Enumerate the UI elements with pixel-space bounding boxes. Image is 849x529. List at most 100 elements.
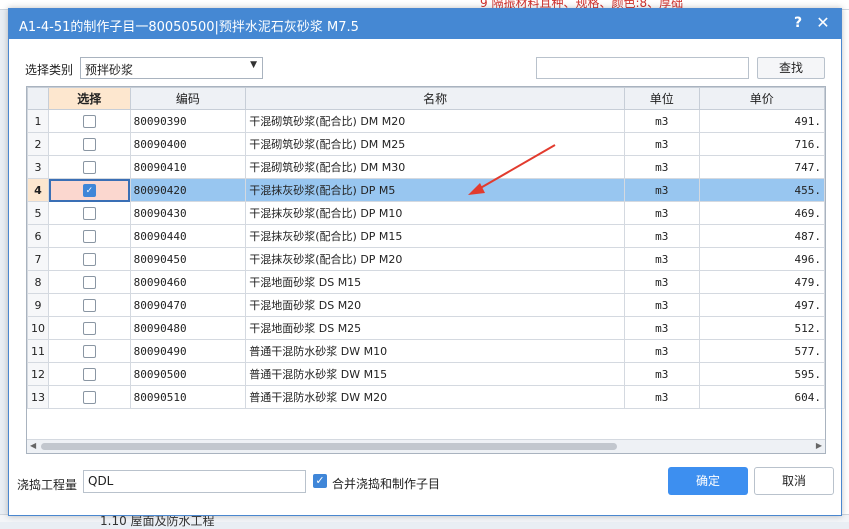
code-cell: 80090420 [129,178,247,202]
code-cell: 80090460 [129,270,247,294]
select-cell[interactable] [48,316,131,340]
price-cell: 487. [698,224,825,248]
row-checkbox[interactable] [82,390,96,404]
select-cell[interactable] [48,247,131,271]
horizontal-scrollbar[interactable]: ◀ ▶ [27,439,825,453]
name-cell: 干混砌筑砂浆(配合比) DM M25 [245,132,625,156]
row-checkbox[interactable] [82,344,96,358]
table-row[interactable]: 4 ✓ 80090420 干混抹灰砂浆(配合比) DP M5 m3 455. [27,178,825,202]
unit-cell: m3 [623,178,700,202]
column-header-price[interactable]: 单价 [698,87,825,110]
select-cell[interactable] [48,385,131,409]
name-cell: 干混地面砂浆 DS M15 [245,270,625,294]
scroll-right-icon[interactable]: ▶ [816,441,822,450]
column-header-code[interactable]: 编码 [129,87,247,110]
category-label: 选择类别 [25,63,74,77]
code-cell: 80090500 [129,362,247,386]
search-button[interactable]: 查找 [757,57,825,79]
select-cell[interactable] [48,224,131,248]
merge-checkbox-label[interactable]: 合并浇捣和制作子目 [332,475,440,492]
name-cell: 普通干混防水砂浆 DW M15 [245,362,625,386]
code-cell: 80090390 [129,109,247,133]
column-header-unit[interactable]: 单位 [623,87,700,110]
row-checkbox[interactable] [82,229,96,243]
table-row[interactable]: 1 80090390 干混砌筑砂浆(配合比) DM M20 m3 491. [27,109,825,133]
dialog-titlebar[interactable]: A1-4-51的制作子目一80050500|预拌水泥石灰砂浆 M7.5 ? ✕ [9,9,841,39]
select-cell[interactable] [48,339,131,363]
code-cell: 80090490 [129,339,247,363]
row-number: 9 [27,293,49,317]
row-checkbox[interactable] [82,321,96,335]
row-number: 3 [27,155,49,179]
row-checkbox[interactable] [82,367,96,381]
column-header-rownum [27,87,49,110]
row-checkbox[interactable] [82,298,96,312]
table-row[interactable]: 9 80090470 干混地面砂浆 DS M20 m3 497. [27,293,825,317]
chevron-down-icon: ▼ [250,60,257,70]
close-icon[interactable]: ✕ [814,14,832,32]
name-cell: 普通干混防水砂浆 DW M20 [245,385,625,409]
row-number: 11 [27,339,49,363]
table-header-row: 选择 编码 名称 单位 单价 [27,87,825,110]
unit-cell: m3 [623,247,700,271]
ok-button[interactable]: 确定 [668,467,748,495]
row-checkbox[interactable]: ✓ [82,183,96,197]
quantity-input[interactable]: QDL [83,470,306,493]
column-header-select[interactable]: 选择 [48,87,131,110]
table-row[interactable]: 10 80090480 干混地面砂浆 DS M25 m3 512. [27,316,825,340]
merge-checkbox[interactable]: ✓ [313,474,327,488]
row-checkbox[interactable] [82,275,96,289]
select-cell[interactable] [48,109,131,133]
cancel-button[interactable]: 取消 [754,467,834,495]
code-cell: 80090410 [129,155,247,179]
code-cell: 80090400 [129,132,247,156]
unit-cell: m3 [623,270,700,294]
select-cell[interactable]: ✓ [48,178,131,202]
table-body: 1 80090390 干混砌筑砂浆(配合比) DM M20 m3 491. 2 800904… [27,109,825,409]
scrollbar-thumb[interactable] [41,443,617,450]
row-number: 13 [27,385,49,409]
row-checkbox[interactable] [82,252,96,266]
unit-cell: m3 [623,316,700,340]
select-cell[interactable] [48,362,131,386]
table-row[interactable]: 12 80090500 普通干混防水砂浆 DW M15 m3 595. [27,362,825,386]
name-cell: 干混地面砂浆 DS M25 [245,316,625,340]
row-checkbox[interactable] [82,160,96,174]
name-cell: 干混砌筑砂浆(配合比) DM M20 [245,109,625,133]
name-cell: 普通干混防水砂浆 DW M10 [245,339,625,363]
select-cell[interactable] [48,155,131,179]
quantity-label: 浇捣工程量 [17,478,78,492]
select-material-dialog: A1-4-51的制作子目一80050500|预拌水泥石灰砂浆 M7.5 ? ✕ … [8,8,842,516]
search-input[interactable] [536,57,749,79]
code-cell: 80090510 [129,385,247,409]
unit-cell: m3 [623,201,700,225]
row-number: 5 [27,201,49,225]
select-cell[interactable] [48,293,131,317]
row-checkbox[interactable] [82,206,96,220]
help-icon[interactable]: ? [789,14,807,32]
price-cell: 716. [698,132,825,156]
select-cell[interactable] [48,132,131,156]
table-row[interactable]: 11 80090490 普通干混防水砂浆 DW M10 m3 577. [27,339,825,363]
name-cell: 干混砌筑砂浆(配合比) DM M30 [245,155,625,179]
table-row[interactable]: 5 80090430 干混抹灰砂浆(配合比) DP M10 m3 469. [27,201,825,225]
table-row[interactable]: 6 80090440 干混抹灰砂浆(配合比) DP M15 m3 487. [27,224,825,248]
row-number: 1 [27,109,49,133]
table-row[interactable]: 8 80090460 干混地面砂浆 DS M15 m3 479. [27,270,825,294]
name-cell: 干混抹灰砂浆(配合比) DP M20 [245,247,625,271]
select-cell[interactable] [48,201,131,225]
select-cell[interactable] [48,270,131,294]
row-checkbox[interactable] [82,137,96,151]
price-cell: 455. [698,178,825,202]
row-number: 4 [27,178,49,202]
filter-row: 选择类别 预拌砂浆 ▼ 查找 [25,57,825,79]
table-row[interactable]: 13 80090510 普通干混防水砂浆 DW M20 m3 604. [27,385,825,409]
table-row[interactable]: 3 80090410 干混砌筑砂浆(配合比) DM M30 m3 747. [27,155,825,179]
table-row[interactable]: 2 80090400 干混砌筑砂浆(配合比) DM M25 m3 716. [27,132,825,156]
scroll-left-icon[interactable]: ◀ [30,441,36,450]
category-select[interactable]: 预拌砂浆 ▼ [80,57,263,79]
column-header-name[interactable]: 名称 [245,87,625,110]
row-checkbox[interactable] [82,114,96,128]
unit-cell: m3 [623,109,700,133]
table-row[interactable]: 7 80090450 干混抹灰砂浆(配合比) DP M20 m3 496. [27,247,825,271]
